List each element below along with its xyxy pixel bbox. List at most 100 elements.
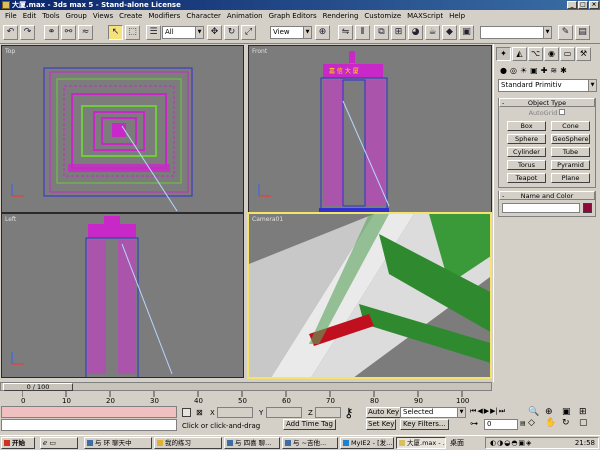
maxscript-listener-white[interactable] (1, 419, 177, 431)
task-qq-3[interactable]: 与 ~吉他... (282, 437, 338, 449)
zoom-extents-icon[interactable]: ▣ (562, 407, 577, 417)
ie-icon[interactable]: ℯ (43, 439, 47, 447)
pyramid-button[interactable]: Pyramid (551, 160, 590, 170)
menu-tools[interactable]: Tools (39, 10, 62, 22)
select-move-icon[interactable]: ✥ (207, 25, 222, 40)
spacewarps-icon[interactable]: ≋ (550, 66, 557, 75)
zoom-all-icon[interactable]: ⊕ (545, 407, 560, 417)
viewport-front[interactable]: Front 嘉 信 大 厦 (248, 45, 492, 213)
tray-icons[interactable]: ◐◑◒◓▣◈ (490, 439, 532, 447)
field-of-view-icon[interactable]: ◇ (528, 418, 543, 428)
plane-button[interactable]: Plane (551, 173, 590, 183)
menu-animation[interactable]: Animation (224, 10, 266, 22)
selection-filter-dropdown[interactable]: All ▼ (162, 26, 204, 39)
lights-icon[interactable]: ☀ (520, 66, 527, 75)
track-view-icon[interactable]: ⧉ (374, 25, 389, 40)
desktop-toolbar-label[interactable]: 桌面 (450, 438, 464, 448)
viewport-label[interactable]: Front (252, 48, 267, 55)
time-config-icon[interactable]: ▤ (520, 420, 526, 427)
select-rotate-icon[interactable]: ↻ (224, 25, 239, 40)
menu-create[interactable]: Create (116, 10, 145, 22)
viewport-label[interactable]: Left (5, 216, 16, 223)
reference-coordinate-dropdown[interactable]: View ▼ (270, 26, 312, 39)
x-coordinate-field[interactable] (217, 407, 253, 418)
geosphere-button[interactable]: GeoSphere (551, 134, 590, 144)
menu-modifiers[interactable]: Modifiers (145, 10, 183, 22)
tube-button[interactable]: Tube (551, 147, 590, 157)
motion-tab[interactable]: ◉ (544, 47, 559, 61)
pivot-center-icon[interactable]: ⊕ (315, 25, 330, 40)
object-color-swatch[interactable] (582, 203, 592, 213)
next-frame-icon[interactable]: ▶| (490, 407, 498, 416)
menu-customize[interactable]: Customize (361, 10, 404, 22)
helpers-icon[interactable]: ✚ (541, 66, 548, 75)
minimize-button[interactable]: _ (567, 1, 577, 9)
go-to-start-icon[interactable]: ⏮ (470, 407, 476, 416)
zoom-extents-all-icon[interactable]: ⊞ (579, 407, 594, 417)
key-mode-dropdown[interactable]: Selected ▼ (400, 407, 466, 418)
task-qq-2[interactable]: 与 四喜 聊... (224, 437, 280, 449)
select-object-icon[interactable]: ↖ (108, 25, 123, 40)
object-type-header[interactable]: - Object Type (499, 98, 595, 107)
maximize-button[interactable]: □ (578, 1, 588, 9)
maxscript-listener-pink[interactable] (1, 406, 177, 418)
torus-button[interactable]: Torus (507, 160, 546, 170)
mirror-icon[interactable]: ⇋ (338, 25, 353, 40)
task-folder[interactable]: 我的练习 (154, 437, 222, 449)
key-filters-button[interactable]: Key Filters... (400, 419, 449, 430)
select-scale-icon[interactable]: ⤢ (241, 25, 256, 40)
current-frame-field[interactable]: 0 (484, 419, 518, 430)
z-coordinate-field[interactable] (315, 407, 341, 418)
set-key-button[interactable]: Set Key (366, 419, 397, 430)
go-to-end-icon[interactable]: ⏭ (499, 407, 505, 416)
select-by-name-icon[interactable]: ☰ (146, 25, 161, 40)
menu-group[interactable]: Group (63, 10, 90, 22)
app-icon[interactable] (2, 1, 10, 9)
render-scene-icon[interactable]: ☕ (425, 25, 440, 40)
viewport-top[interactable]: Top (1, 45, 244, 213)
task-myie[interactable]: MyIE2 - [发... (340, 437, 394, 449)
cameras-icon[interactable]: ▣ (530, 66, 538, 75)
cylinder-button[interactable]: Cylinder (507, 147, 546, 157)
create-tab[interactable]: ✦ (496, 47, 511, 61)
absolute-mode-icon[interactable]: ⊠ (196, 408, 203, 417)
viewport-label[interactable]: Top (5, 48, 15, 55)
maximize-viewport-icon[interactable]: ▢ (579, 418, 594, 428)
unlink-icon[interactable]: ⚯ (61, 25, 76, 40)
geometry-icon[interactable]: ● (500, 66, 507, 75)
viewport-left[interactable]: Left (1, 213, 244, 378)
named-selection-dropdown[interactable]: ▼ (480, 26, 552, 39)
object-name-field[interactable] (502, 203, 580, 213)
viewport-camera[interactable]: Camera01 (247, 212, 492, 379)
link-icon[interactable]: ⚭ (44, 25, 59, 40)
modify-tab[interactable]: ◭ (512, 47, 527, 61)
play-icon[interactable]: ▶ (484, 407, 489, 416)
menu-rendering[interactable]: Rendering (320, 10, 362, 22)
display-tab[interactable]: ▭ (560, 47, 575, 61)
menu-graph-editors[interactable]: Graph Editors (266, 10, 320, 22)
orbit-icon[interactable]: ↻ (562, 418, 577, 428)
render-type-icon[interactable]: ▣ (459, 25, 474, 40)
shapes-icon[interactable]: ◎ (510, 66, 517, 75)
sphere-button[interactable]: Sphere (507, 134, 546, 144)
menu-help[interactable]: Help (446, 10, 468, 22)
undo-icon[interactable]: ↶ (3, 25, 18, 40)
category-dropdown[interactable]: Standard Primitiv ▼ (498, 79, 597, 92)
key-icon[interactable]: ⚷ (344, 407, 354, 420)
redo-icon[interactable]: ↷ (20, 25, 35, 40)
task-3dsmax[interactable]: 大厦.max - ... (396, 437, 446, 449)
time-slider-track[interactable]: 0 / 100 (0, 382, 492, 391)
time-slider[interactable]: 0 / 100 (3, 383, 73, 391)
menu-file[interactable]: File (2, 10, 20, 22)
task-qq-1[interactable]: 与 环 聊天中 (84, 437, 152, 449)
auto-key-button[interactable]: Auto Key (366, 407, 402, 418)
lock-selection-icon[interactable] (182, 408, 191, 417)
box-button[interactable]: Box (507, 121, 546, 131)
menu-maxscript[interactable]: MAXScript (404, 10, 446, 22)
desktop-icon[interactable]: ▭ (49, 439, 56, 447)
close-button[interactable]: × (589, 1, 599, 9)
autogrid-checkbox[interactable] (559, 109, 566, 115)
menu-views[interactable]: Views (90, 10, 116, 22)
y-coordinate-field[interactable] (266, 407, 302, 418)
hierarchy-tab[interactable]: ⌥ (528, 47, 543, 61)
